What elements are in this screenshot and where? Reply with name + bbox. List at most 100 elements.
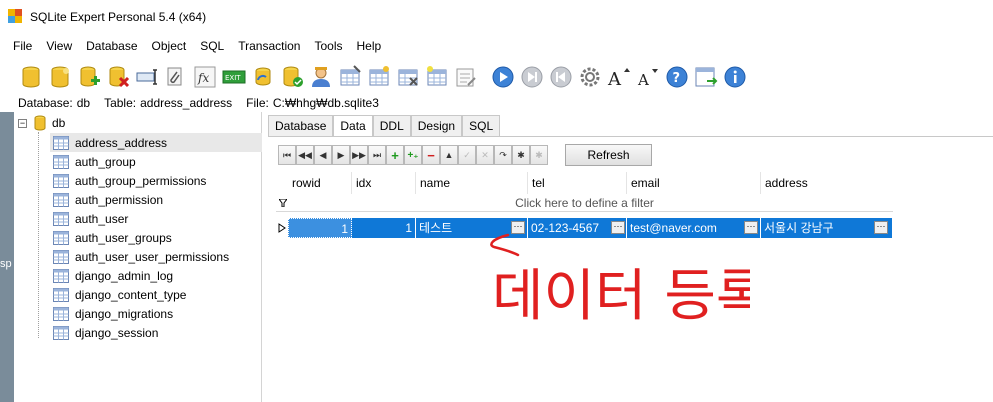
prior-record-icon[interactable]: ◀: [314, 145, 332, 165]
svg-text:A: A: [607, 69, 622, 89]
file-value: C:₩hhg₩db.sqlite3: [272, 96, 379, 110]
stop-icon[interactable]: [546, 63, 575, 91]
tab-ddl[interactable]: DDL: [372, 115, 411, 136]
function-icon[interactable]: fx: [190, 63, 219, 91]
tree-item-auth_permission[interactable]: auth_permission: [50, 190, 262, 209]
help-icon[interactable]: ?: [662, 63, 691, 91]
new-table-icon[interactable]: [364, 63, 393, 91]
step-icon[interactable]: [517, 63, 546, 91]
info-icon[interactable]: [720, 63, 749, 91]
tab-design[interactable]: Design: [410, 115, 463, 136]
settings-icon[interactable]: [575, 63, 604, 91]
menu-help[interactable]: Help: [349, 36, 388, 56]
path-bar: Database: db Table: address_address File…: [0, 95, 993, 111]
cell-idx[interactable]: 1: [352, 218, 416, 238]
tree-item-auth_user[interactable]: auth_user: [50, 209, 262, 228]
column-header-address[interactable]: address: [761, 172, 893, 194]
table-icon: [53, 268, 69, 283]
tree-item-label: address_address: [75, 135, 168, 150]
detach-database-icon[interactable]: [103, 63, 132, 91]
tab-database[interactable]: Database: [268, 115, 334, 136]
rename-icon[interactable]: [132, 63, 161, 91]
object-tree[interactable]: − db address_address auth_group auth_gro…: [14, 112, 262, 402]
data-navigator: ⏮ ◀◀ ◀ ▶ ▶▶ ⏭ + +₊ − ▲ ✓ ✕ ↷ ✱ ✱ Refresh: [278, 144, 652, 166]
collapse-icon[interactable]: −: [18, 118, 27, 128]
append-record-icon[interactable]: +₊: [404, 145, 422, 165]
tree-item-auth_group_permissions[interactable]: auth_group_permissions: [50, 171, 262, 190]
tree-item-auth_group[interactable]: auth_group: [50, 152, 262, 171]
insert-record-icon[interactable]: +: [386, 145, 404, 165]
menu-tools[interactable]: Tools: [307, 36, 349, 56]
open-database-icon[interactable]: [45, 63, 74, 91]
tree-item-django_session[interactable]: django_session: [50, 323, 262, 342]
handwritten-annotation: 데이터 등록: [490, 233, 750, 329]
export-icon[interactable]: [691, 63, 720, 91]
attach-database-icon[interactable]: [74, 63, 103, 91]
table-icon: [53, 230, 69, 245]
delete-table-icon[interactable]: [393, 63, 422, 91]
tab-sql[interactable]: SQL: [462, 115, 501, 136]
edit-icon[interactable]: [451, 63, 480, 91]
column-header-idx[interactable]: idx: [352, 172, 416, 194]
refresh-record-icon[interactable]: ↷: [494, 145, 512, 165]
next-page-icon[interactable]: ▶▶: [350, 145, 368, 165]
next-record-icon[interactable]: ▶: [332, 145, 350, 165]
cell-address-ellipsis-button[interactable]: ···: [874, 221, 888, 234]
table-icon: [53, 154, 69, 169]
prior-page-icon[interactable]: ◀◀: [296, 145, 314, 165]
tree-root-db[interactable]: − db: [18, 114, 65, 132]
column-header-name[interactable]: name: [416, 172, 528, 194]
filter-row[interactable]: Click here to define a filter: [276, 194, 893, 212]
annotation-text: 데이터 등록: [492, 264, 750, 329]
table-icon: [53, 135, 69, 150]
svg-text:EXIT: EXIT: [225, 74, 241, 82]
app-logo-icon: [8, 9, 24, 25]
check-database-icon[interactable]: [277, 63, 306, 91]
main-toolbar: fx EXIT A A ?: [0, 60, 993, 94]
menu-view[interactable]: View: [39, 36, 79, 56]
tree-item-django_migrations[interactable]: django_migrations: [50, 304, 262, 323]
menu-object[interactable]: Object: [145, 36, 194, 56]
delete-record-icon[interactable]: −: [422, 145, 440, 165]
cell-rowid[interactable]: 1: [288, 218, 352, 238]
user-icon[interactable]: [306, 63, 335, 91]
set-bookmark-icon[interactable]: ✱: [512, 145, 530, 165]
column-header-rowid[interactable]: rowid: [288, 172, 352, 194]
table-list: address_address auth_group auth_group_pe…: [50, 133, 262, 342]
menu-transaction[interactable]: Transaction: [231, 36, 307, 56]
tree-item-auth_user_groups[interactable]: auth_user_groups: [50, 228, 262, 247]
last-record-icon[interactable]: ⏭: [368, 145, 386, 165]
tree-item-auth_user_user_permissions[interactable]: auth_user_user_permissions: [50, 247, 262, 266]
post-edit-icon[interactable]: ✓: [458, 145, 476, 165]
attachment-icon[interactable]: [161, 63, 190, 91]
column-header-tel[interactable]: tel: [528, 172, 627, 194]
table-icon: [53, 211, 69, 226]
tree-item-address_address[interactable]: address_address: [50, 133, 262, 152]
new-database-icon[interactable]: [16, 63, 45, 91]
first-record-icon[interactable]: ⏮: [278, 145, 296, 165]
tree-item-django_content_type[interactable]: django_content_type: [50, 285, 262, 304]
table-design-icon[interactable]: [335, 63, 364, 91]
edit-record-icon[interactable]: ▲: [440, 145, 458, 165]
table-icon: [53, 325, 69, 340]
tree-item-label: auth_user_groups: [75, 230, 172, 245]
cancel-edit-icon[interactable]: ✕: [476, 145, 494, 165]
column-header-email[interactable]: email: [627, 172, 761, 194]
run-icon[interactable]: [488, 63, 517, 91]
filter-hint: Click here to define a filter: [515, 196, 654, 210]
table-value: address_address: [140, 96, 233, 110]
refresh-database-icon[interactable]: [248, 63, 277, 91]
exit-icon[interactable]: EXIT: [219, 63, 248, 91]
increase-font-icon[interactable]: A: [604, 63, 633, 91]
goto-bookmark-icon[interactable]: ✱: [530, 145, 548, 165]
menu-file[interactable]: File: [6, 36, 39, 56]
tab-data[interactable]: Data: [333, 115, 373, 137]
tree-guide-line: [38, 132, 39, 338]
new-view-icon[interactable]: [422, 63, 451, 91]
tree-item-django_admin_log[interactable]: django_admin_log: [50, 266, 262, 285]
decrease-font-icon[interactable]: A: [633, 63, 662, 91]
menu-database[interactable]: Database: [79, 36, 144, 56]
menu-sql[interactable]: SQL: [193, 36, 231, 56]
refresh-button[interactable]: Refresh: [565, 144, 652, 166]
table-icon: [53, 173, 69, 188]
